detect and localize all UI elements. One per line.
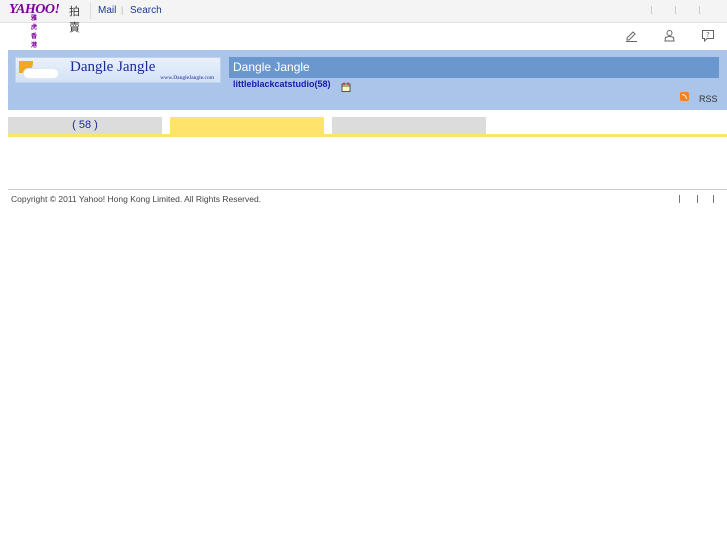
topbar-divider (699, 6, 700, 14)
tab-active[interactable] (170, 117, 324, 134)
cloud-graphic (24, 69, 58, 78)
footer-link-divider (679, 195, 680, 203)
rss-icon[interactable] (680, 92, 689, 101)
store-title: Dangle Jangle (233, 60, 310, 74)
store-header: Dangle Jangle www.DangleJangle.com Dangl… (8, 50, 727, 110)
footer-divider (8, 189, 727, 190)
footer-link-divider (697, 195, 698, 203)
mail-link[interactable]: Mail (98, 5, 116, 16)
topbar-divider (651, 6, 652, 14)
logo-divider (90, 3, 91, 19)
top-navigation-bar: YAHOO! 雅虎香港 拍賣 Mail | Search (0, 0, 727, 49)
rss-link[interactable]: RSS (699, 94, 718, 104)
topbar-divider (675, 6, 676, 14)
store-banner[interactable]: Dangle Jangle www.DangleJangle.com (15, 57, 221, 83)
logo-suffix: 拍賣 (69, 6, 80, 34)
tab-items[interactable]: ( 58 ) (8, 117, 162, 134)
logo-subtext: 雅虎香港 (31, 16, 38, 49)
tab-underline (8, 134, 727, 137)
banner-name: Dangle Jangle (70, 59, 156, 75)
calendar-icon[interactable] (341, 79, 351, 92)
edit-icon[interactable] (624, 29, 638, 43)
svg-text:?: ? (706, 31, 710, 39)
tab-other[interactable] (332, 117, 486, 134)
seller-link[interactable]: littleblackcatstudio(58) (233, 79, 331, 89)
copyright-text: Copyright © 2011 Yahoo! Hong Kong Limite… (11, 194, 262, 204)
help-icon[interactable]: ? (701, 29, 715, 43)
user-icon[interactable] (662, 29, 676, 43)
search-link[interactable]: Search (130, 5, 162, 16)
store-title-bar: Dangle Jangle (229, 57, 719, 78)
footer-link-divider (713, 195, 714, 203)
link-separator: | (121, 5, 124, 15)
banner-url: www.DangleJangle.com (160, 75, 214, 81)
